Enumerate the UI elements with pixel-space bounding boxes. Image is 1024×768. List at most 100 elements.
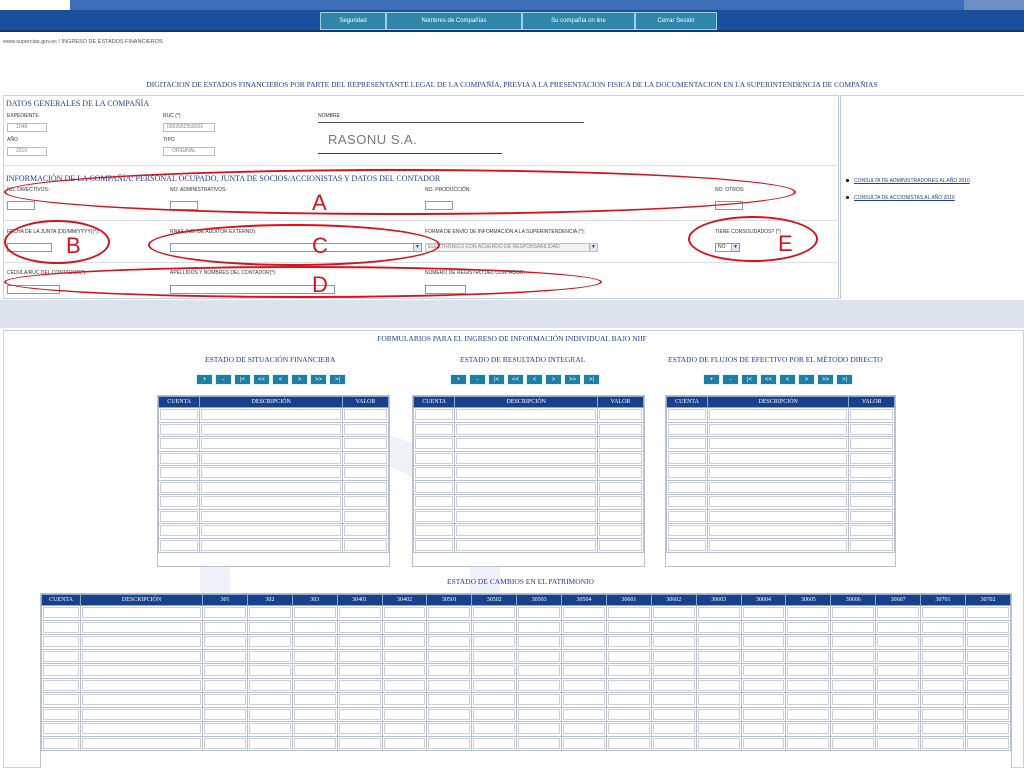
table-cell-input[interactable] <box>668 496 707 508</box>
table-cell-input[interactable] <box>598 481 642 493</box>
prev-page-button[interactable]: < <box>526 374 543 385</box>
table-cell-input[interactable] <box>248 708 291 720</box>
table-cell-input[interactable] <box>415 409 454 421</box>
table-cell-input[interactable] <box>473 636 516 648</box>
table-cell-input[interactable] <box>922 679 964 691</box>
table-cell-input[interactable] <box>563 636 605 648</box>
remove-row-button[interactable]: - <box>722 374 739 385</box>
table-cell-input[interactable] <box>709 496 848 508</box>
table-cell-input[interactable] <box>922 723 964 735</box>
table-cell-input[interactable] <box>697 708 740 720</box>
table-cell-input[interactable] <box>787 708 830 720</box>
table-cell-input[interactable] <box>709 438 848 450</box>
table-cell-input[interactable] <box>415 467 454 479</box>
table-cell-input[interactable] <box>652 650 695 662</box>
table-cell-input[interactable] <box>82 650 202 662</box>
table-cell-input[interactable] <box>518 650 561 662</box>
table-cell-input[interactable] <box>697 679 740 691</box>
table-cell-input[interactable] <box>160 452 199 464</box>
table-cell-input[interactable] <box>473 737 516 749</box>
table-cell-input[interactable] <box>473 708 516 720</box>
remove-row-button[interactable]: - <box>215 374 232 385</box>
table-cell-input[interactable] <box>787 694 830 706</box>
table-cell-input[interactable] <box>201 510 341 522</box>
table-cell-input[interactable] <box>598 525 642 537</box>
table-cell-input[interactable] <box>607 708 650 720</box>
next-page-button[interactable]: > <box>545 374 562 385</box>
table-cell-input[interactable] <box>343 467 387 479</box>
table-cell-input[interactable] <box>428 650 471 662</box>
fast-forward-button[interactable]: >> <box>817 374 834 385</box>
table-cell-input[interactable] <box>966 737 1009 749</box>
add-row-button[interactable]: + <box>196 374 213 385</box>
fast-forward-button[interactable]: >> <box>310 374 327 385</box>
table-cell-input[interactable] <box>877 607 920 619</box>
table-cell-input[interactable] <box>473 665 516 677</box>
table-cell-input[interactable] <box>383 737 426 749</box>
table-cell-input[interactable] <box>877 665 920 677</box>
directivos-input[interactable] <box>7 201 35 210</box>
table-cell-input[interactable] <box>428 607 471 619</box>
nav-cerrar-sesion[interactable]: Cerrar Sesión <box>635 12 717 30</box>
table-cell-input[interactable] <box>598 496 642 508</box>
table-cell-input[interactable] <box>415 525 454 537</box>
table-cell-input[interactable] <box>383 665 426 677</box>
table-cell-input[interactable] <box>966 723 1009 735</box>
last-page-button[interactable]: >| <box>583 374 600 385</box>
table-cell-input[interactable] <box>563 723 605 735</box>
table-cell-input[interactable] <box>204 723 246 735</box>
table-cell-input[interactable] <box>160 438 199 450</box>
table-cell-input[interactable] <box>415 423 454 435</box>
table-cell-input[interactable] <box>343 496 387 508</box>
table-cell-input[interactable] <box>518 621 561 633</box>
table-cell-input[interactable] <box>652 723 695 735</box>
table-cell-input[interactable] <box>652 737 695 749</box>
table-cell-input[interactable] <box>518 694 561 706</box>
table-cell-input[interactable] <box>922 737 964 749</box>
table-cell-input[interactable] <box>160 481 199 493</box>
table-cell-input[interactable] <box>607 636 650 648</box>
table-cell-input[interactable] <box>43 665 80 677</box>
first-page-button[interactable]: |< <box>488 374 505 385</box>
fast-back-button[interactable]: << <box>507 374 524 385</box>
table-cell-input[interactable] <box>428 636 471 648</box>
table-cell-input[interactable] <box>82 694 202 706</box>
table-cell-input[interactable] <box>850 452 893 464</box>
table-cell-input[interactable] <box>966 650 1009 662</box>
table-cell-input[interactable] <box>850 510 893 522</box>
table-cell-input[interactable] <box>607 737 650 749</box>
nav-nombres-companias[interactable]: Nombres de Compañías <box>386 12 522 30</box>
table-cell-input[interactable] <box>598 423 642 435</box>
table-cell-input[interactable] <box>850 496 893 508</box>
table-cell-input[interactable] <box>518 665 561 677</box>
table-cell-input[interactable] <box>832 723 875 735</box>
last-page-button[interactable]: >| <box>836 374 853 385</box>
table-cell-input[interactable] <box>338 708 381 720</box>
table-cell-input[interactable] <box>415 481 454 493</box>
table-cell-input[interactable] <box>518 679 561 691</box>
table-cell-input[interactable] <box>598 409 642 421</box>
table-cell-input[interactable] <box>607 621 650 633</box>
table-cell-input[interactable] <box>456 438 596 450</box>
table-cell-input[interactable] <box>82 708 202 720</box>
table-cell-input[interactable] <box>607 607 650 619</box>
nav-seguridad[interactable]: Seguridad <box>320 12 386 30</box>
table-cell-input[interactable] <box>697 694 740 706</box>
table-cell-input[interactable] <box>428 723 471 735</box>
table-cell-input[interactable] <box>742 607 785 619</box>
table-cell-input[interactable] <box>598 467 642 479</box>
table-cell-input[interactable] <box>709 467 848 479</box>
table-cell-input[interactable] <box>248 621 291 633</box>
table-cell-input[interactable] <box>343 409 387 421</box>
table-cell-input[interactable] <box>742 621 785 633</box>
table-cell-input[interactable] <box>343 539 387 551</box>
table-cell-input[interactable] <box>248 650 291 662</box>
table-cell-input[interactable] <box>668 481 707 493</box>
table-cell-input[interactable] <box>248 737 291 749</box>
table-cell-input[interactable] <box>204 650 246 662</box>
table-cell-input[interactable] <box>456 481 596 493</box>
table-cell-input[interactable] <box>293 607 336 619</box>
table-cell-input[interactable] <box>787 723 830 735</box>
table-cell-input[interactable] <box>850 423 893 435</box>
table-cell-input[interactable] <box>160 409 199 421</box>
